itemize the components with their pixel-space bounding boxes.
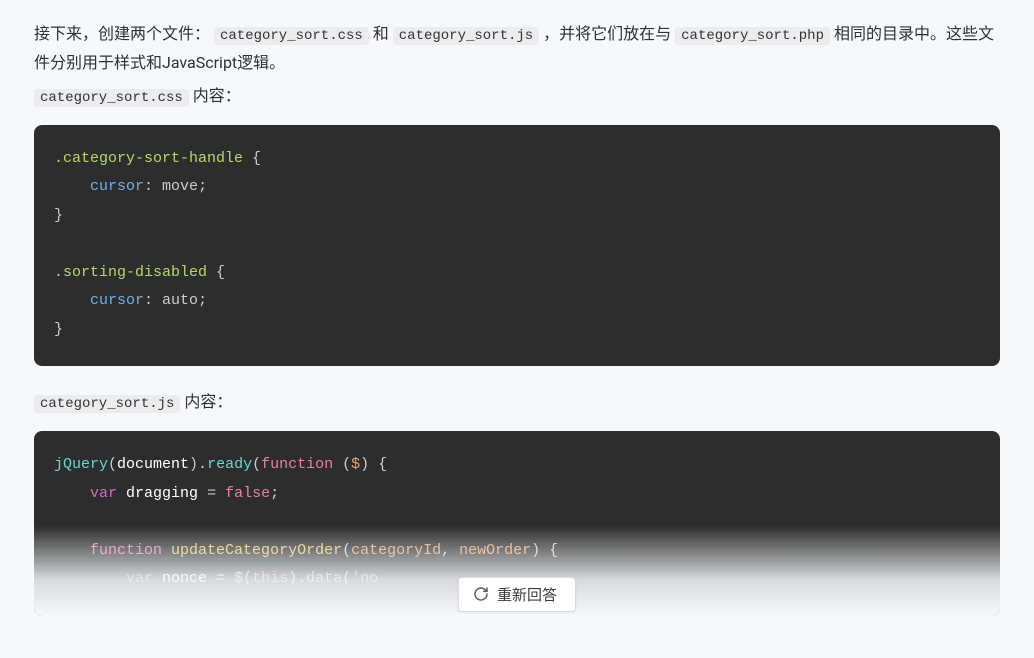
- regenerate-button[interactable]: 重新回答: [458, 577, 576, 612]
- inline-code-css-file: category_sort.css: [214, 27, 369, 45]
- js-code-wrapper: jQuery(document).ready(function ($) { va…: [34, 431, 1000, 616]
- css-semicolon-2: ;: [198, 292, 207, 309]
- js-param-neworder: newOrder: [459, 542, 531, 559]
- intro-text-3: ，并将它们放在与: [543, 24, 675, 43]
- intro-text-1: 接下来，创建两个文件：: [34, 24, 210, 43]
- css-selector-1: .category-sort-handle: [54, 150, 243, 167]
- regenerate-label: 重新回答: [497, 584, 557, 605]
- js-this: this: [252, 570, 288, 587]
- css-code-block[interactable]: .category-sort-handle { cursor: move; } …: [34, 125, 1000, 367]
- css-value-auto: auto: [162, 292, 198, 309]
- intro-paragraph: 接下来，创建两个文件： category_sort.css 和 category…: [34, 20, 1000, 76]
- js-ready: ready: [207, 456, 252, 473]
- js-data: data: [306, 570, 342, 587]
- css-brace: {: [243, 150, 261, 167]
- js-dollar-param: $: [351, 456, 360, 473]
- js-function-kw-2: function: [90, 542, 162, 559]
- inline-code-js-file: category_sort.js: [393, 27, 539, 45]
- css-value-move: move: [162, 178, 198, 195]
- inline-code-php-file: category_sort.php: [675, 27, 830, 45]
- css-brace-close-1: }: [54, 207, 63, 224]
- css-property-cursor-2: cursor: [90, 292, 144, 309]
- css-brace-close-2: }: [54, 321, 63, 338]
- css-heading-suffix: 内容：: [189, 86, 241, 105]
- css-brace-2: {: [207, 264, 225, 281]
- article-body: 接下来，创建两个文件： category_sort.css 和 category…: [0, 0, 1034, 658]
- css-colon-2: :: [144, 292, 162, 309]
- intro-text-2: 和: [373, 24, 393, 43]
- js-var-kw-2: var: [126, 570, 153, 587]
- css-selector-2: .sorting-disabled: [54, 264, 207, 281]
- refresh-icon: [473, 586, 489, 602]
- js-false: false: [225, 485, 270, 502]
- css-property-cursor-1: cursor: [90, 178, 144, 195]
- js-document: document: [117, 456, 189, 473]
- js-file-heading: category_sort.js 内容：: [34, 388, 1000, 417]
- js-nonce: nonce: [162, 570, 207, 587]
- js-param-categoryid: categoryId: [351, 542, 441, 559]
- css-semicolon: ;: [198, 178, 207, 195]
- js-fn-updatecategoryorder: updateCategoryOrder: [171, 542, 342, 559]
- js-var-kw-1: var: [90, 485, 117, 502]
- js-heading-suffix: 内容：: [180, 392, 232, 411]
- js-dragging: dragging: [126, 485, 198, 502]
- inline-code-js-file-2: category_sort.js: [34, 395, 180, 413]
- inline-code-css-file-2: category_sort.css: [34, 89, 189, 107]
- css-colon: :: [144, 178, 162, 195]
- js-function-kw: function: [261, 456, 333, 473]
- css-file-heading: category_sort.css 内容：: [34, 82, 1000, 111]
- js-dollar: $: [234, 570, 243, 587]
- js-string-partial: 'no: [351, 570, 378, 587]
- js-jquery: jQuery: [54, 456, 108, 473]
